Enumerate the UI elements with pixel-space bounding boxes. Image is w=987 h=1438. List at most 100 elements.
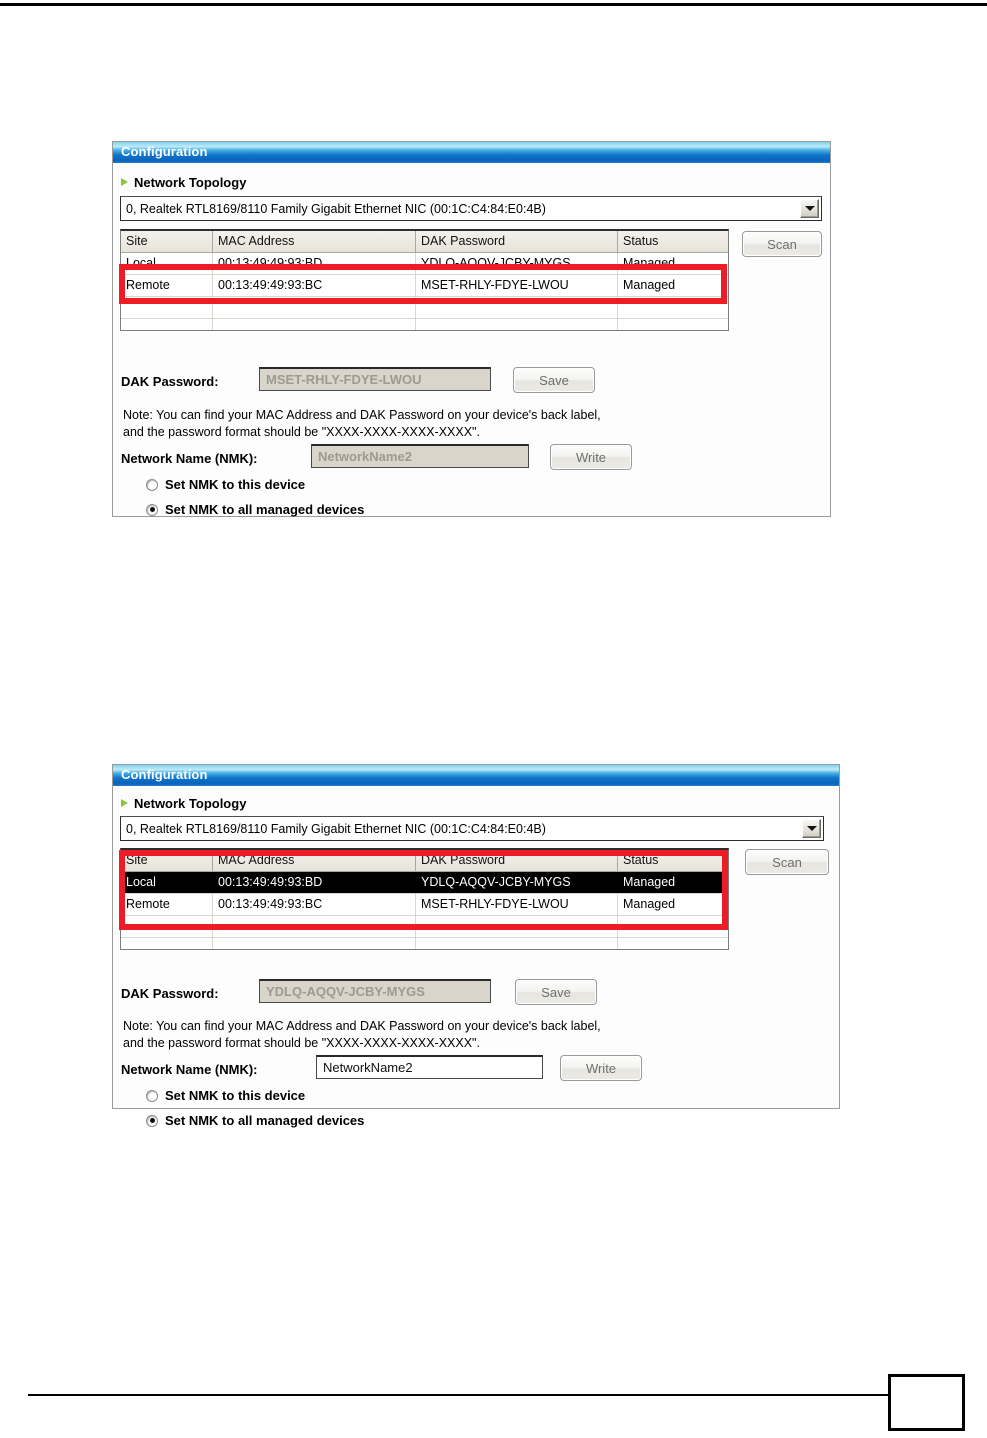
radio-label: Set NMK to this device [165,1088,306,1103]
cell-dak [416,319,618,330]
network-name-label: Network Name (NMK): [121,451,258,466]
dak-password-input[interactable]: MSET-RHLY-FDYE-LWOU [259,367,491,391]
table-row[interactable]: Local 00:13:49:49:93:BD YDLQ-AQQV-JCBY-M… [121,253,728,275]
cell-site [121,938,213,949]
cell-site [121,916,213,937]
cell-mac: 00:13:49:49:93:BD [213,253,416,274]
arrow-bullet-icon [121,799,129,808]
write-button[interactable]: Write [560,1055,642,1081]
cell-status: Managed [623,256,676,270]
page-top-rule [0,3,987,6]
column-header-site[interactable]: Site [121,231,213,253]
cell-mac [213,938,416,949]
cell-site [121,319,213,330]
cell-mac [213,297,416,318]
network-adapter-select[interactable]: 0, Realtek RTL8169/8110 Family Gigabit E… [120,196,822,221]
scan-button[interactable]: Scan [745,849,829,875]
radio-indicator[interactable] [146,1089,158,1102]
radio-indicator[interactable] [146,503,158,516]
dialog-title: Configuration [121,767,208,782]
arrow-bullet-icon [121,178,129,187]
cell-site: Local [121,872,213,893]
section-header-network-topology: Network Topology [121,796,246,811]
write-button[interactable]: Write [550,444,632,470]
cell-mac: 00:13:49:49:93:BC [213,894,416,915]
radio-label: Set NMK to all managed devices [165,502,365,517]
cell-status [618,916,728,937]
cell-mac [213,319,416,330]
cell-status [618,938,728,949]
cell-site: Remote [121,894,213,915]
table-row[interactable]: Remote 00:13:49:49:93:BC MSET-RHLY-FDYE-… [121,275,728,297]
configuration-dialog-top: Configuration Network Topology 0, Realte… [112,141,831,517]
cell-status [618,319,728,330]
device-table[interactable]: Site MAC Address DAK Password Status Loc… [120,848,729,950]
radio-indicator[interactable] [146,478,158,491]
column-header-status[interactable]: Status [618,231,728,253]
dialog-title: Configuration [121,144,208,159]
configuration-dialog-bottom: Configuration Network Topology 0, Realte… [112,764,840,1128]
cell-dak [416,297,618,318]
cell-site: Local [121,253,213,274]
table-row[interactable]: Remote 00:13:49:49:93:BC MSET-RHLY-FDYE-… [121,894,728,916]
table-row-empty[interactable] [121,319,728,330]
table-row-empty[interactable] [121,916,728,938]
dak-password-input[interactable]: YDLQ-AQQV-JCBY-MYGS [259,979,491,1003]
radio-indicator[interactable] [146,1114,158,1127]
column-header-site[interactable]: Site [121,850,213,872]
table-row-empty[interactable] [121,938,728,949]
network-name-input[interactable]: NetworkName2 [316,1055,543,1079]
network-adapter-value: 0, Realtek RTL8169/8110 Family Gigabit E… [126,821,546,836]
chevron-down-icon[interactable] [800,199,819,218]
dialog-titlebar: Configuration [113,142,830,163]
page-number-box [888,1374,965,1431]
radio-label: Set NMK to this device [165,477,306,492]
save-button[interactable]: Save [515,979,597,1005]
cell-dak: YDLQ-AQQV-JCBY-MYGS [416,253,618,274]
cell-mac: 00:13:49:49:93:BC [213,275,416,296]
column-header-mac[interactable]: MAC Address [213,231,416,253]
network-name-label: Network Name (NMK): [121,1062,258,1077]
cell-site [121,297,213,318]
cell-dak: YDLQ-AQQV-JCBY-MYGS [416,872,618,893]
note-line-1: Note: You can find your MAC Address and … [123,408,601,422]
cell-status [618,297,728,318]
column-header-dak[interactable]: DAK Password [416,850,618,872]
radio-label: Set NMK to all managed devices [165,1113,365,1128]
note-line-2: and the password format should be "XXXX-… [123,425,480,439]
table-row-selected[interactable]: Local 00:13:49:49:93:BD YDLQ-AQQV-JCBY-M… [121,872,728,894]
radio-set-nmk-all-devices[interactable]: Set NMK to all managed devices [146,502,364,517]
network-adapter-select[interactable]: 0, Realtek RTL8169/8110 Family Gigabit E… [120,816,824,841]
cell-status: Managed [623,278,676,292]
column-header-mac[interactable]: MAC Address [213,850,416,872]
note-line-2: and the password format should be "XXXX-… [123,1036,480,1050]
network-adapter-value: 0, Realtek RTL8169/8110 Family Gigabit E… [126,201,546,216]
cell-mac [213,916,416,937]
chevron-down-icon[interactable] [802,819,821,838]
radio-set-nmk-all-devices[interactable]: Set NMK to all managed devices [146,1113,364,1128]
radio-set-nmk-this-device[interactable]: Set NMK to this device [146,477,305,492]
cell-dak: MSET-RHLY-FDYE-LWOU [416,275,618,296]
table-header-row: Site MAC Address DAK Password Status [121,231,728,253]
table-row-empty[interactable] [121,297,728,319]
section-header-label: Network Topology [134,175,247,190]
dialog-client-area: Network Topology 0, Realtek RTL8169/8110… [113,163,830,517]
dialog-client-area: Network Topology 0, Realtek RTL8169/8110… [113,786,839,1128]
dialog-titlebar: Configuration [113,765,839,786]
cell-mac: 00:13:49:49:93:BD [213,872,416,893]
device-table[interactable]: Site MAC Address DAK Password Status Loc… [120,229,729,331]
dak-password-label: DAK Password: [121,374,219,389]
section-header-network-topology: Network Topology [121,175,246,190]
save-button[interactable]: Save [513,367,595,393]
table-header-row: Site MAC Address DAK Password Status [121,850,728,872]
page-footer-rule [28,1394,888,1396]
radio-set-nmk-this-device[interactable]: Set NMK to this device [146,1088,305,1103]
scan-button[interactable]: Scan [742,231,822,257]
cell-status: Managed [623,875,676,889]
dak-password-label: DAK Password: [121,986,219,1001]
column-header-dak[interactable]: DAK Password [416,231,618,253]
column-header-status[interactable]: Status [618,850,728,872]
cell-dak [416,916,618,937]
network-name-input[interactable]: NetworkName2 [311,444,529,468]
cell-dak [416,938,618,949]
